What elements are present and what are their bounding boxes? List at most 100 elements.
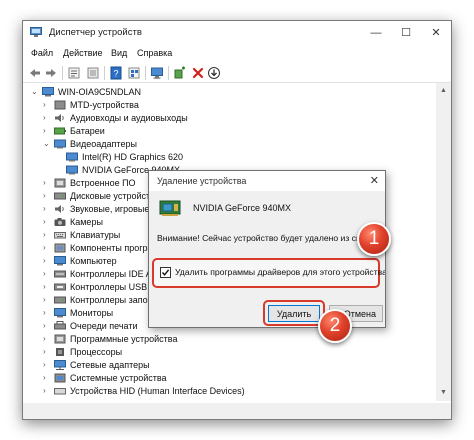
- dialog-title-bar[interactable]: Удаление устройства ✕: [149, 171, 385, 191]
- tree-item-label: Аудиовходы и аудиовыходы: [70, 113, 188, 123]
- display-adapter-icon: [66, 165, 78, 175]
- chevron-right-icon[interactable]: ›: [43, 217, 51, 227]
- computer-icon: [42, 87, 54, 97]
- chevron-right-icon[interactable]: ›: [43, 360, 51, 370]
- hid-icon: [54, 388, 66, 395]
- horizontal-scrollbar[interactable]: [23, 403, 451, 419]
- chevron-right-icon[interactable]: ›: [43, 295, 51, 305]
- printer-icon: [54, 321, 66, 330]
- scroll-up-icon[interactable]: ▲: [436, 85, 451, 97]
- speaker-icon: [55, 114, 64, 122]
- tree-root-label: WIN-OIA9C5NDLAN: [58, 87, 142, 97]
- chevron-right-icon[interactable]: ›: [43, 269, 51, 279]
- show-hidden-icon[interactable]: [86, 66, 100, 80]
- chevron-down-icon[interactable]: ⌄: [43, 139, 51, 149]
- battery-icon: [54, 127, 66, 135]
- close-button[interactable]: ✕: [421, 21, 451, 45]
- chevron-right-icon[interactable]: ›: [43, 113, 51, 123]
- help-icon[interactable]: ?: [109, 66, 123, 80]
- tree-item-label: Очереди печати: [70, 321, 138, 331]
- toolbar-separator: [168, 66, 169, 80]
- processor-icon: [56, 348, 64, 356]
- toolbar: ?: [23, 63, 451, 83]
- step-badge-1: 1: [357, 222, 391, 256]
- toolbar-separator: [104, 66, 105, 80]
- toolbar-separator: [145, 66, 146, 80]
- display-adapter-icon: [54, 139, 66, 149]
- scroll-down-icon[interactable]: ▼: [436, 387, 451, 399]
- controller-icon: [54, 270, 66, 278]
- monitor-icon[interactable]: [150, 66, 164, 80]
- chevron-right-icon[interactable]: ›: [43, 334, 51, 344]
- vertical-scrollbar[interactable]: ▲ ▼: [436, 83, 451, 401]
- tree-item-label: Устройства HID (Human Interface Devices): [70, 386, 245, 396]
- display-adapter-icon: [66, 152, 78, 162]
- checkmark-icon: [161, 269, 170, 276]
- chevron-right-icon[interactable]: ›: [43, 373, 51, 383]
- view-icon[interactable]: [127, 66, 141, 80]
- chevron-right-icon[interactable]: ›: [43, 321, 51, 331]
- tree-item-label: Системные устройства: [70, 373, 167, 383]
- delete-driver-checkbox[interactable]: [160, 267, 171, 278]
- chevron-down-icon[interactable]: ⌄: [31, 87, 39, 97]
- delete-driver-label[interactable]: Удалить программы драйверов для этого ус…: [175, 267, 385, 277]
- monitor-icon: [54, 308, 66, 318]
- delete-button[interactable]: Удалить: [268, 305, 320, 322]
- chevron-right-icon[interactable]: ›: [43, 347, 51, 357]
- back-arrow-icon[interactable]: [28, 66, 42, 80]
- storage-controller-icon: [54, 296, 66, 304]
- menu-action[interactable]: Действие: [63, 48, 103, 58]
- tree-item-label: Процессоры: [70, 347, 123, 357]
- add-driver-icon[interactable]: [173, 66, 187, 80]
- menu-view[interactable]: Вид: [111, 48, 127, 58]
- chevron-right-icon[interactable]: ›: [43, 204, 51, 214]
- network-adapter-icon: [54, 360, 66, 370]
- chevron-right-icon[interactable]: ›: [43, 243, 51, 253]
- dialog-close-button[interactable]: ✕: [370, 174, 379, 187]
- dialog-warning-text: Внимание! Сейчас устройство будет удален…: [157, 233, 386, 243]
- firmware-icon: [54, 178, 66, 188]
- usb-icon: [54, 283, 66, 291]
- tree-item-label: Intel(R) HD Graphics 620: [82, 152, 184, 162]
- dialog-device-name: NVIDIA GeForce 940MX: [193, 203, 292, 213]
- chevron-right-icon[interactable]: ›: [43, 282, 51, 292]
- device-manager-icon: [30, 27, 42, 37]
- chevron-right-icon[interactable]: ›: [43, 191, 51, 201]
- tree-item-label: MTD-устройства: [70, 100, 139, 110]
- keyboard-icon: [54, 232, 66, 239]
- tree-item-label: Компьютер: [70, 256, 117, 266]
- software-component-icon: [54, 243, 66, 253]
- tree-item-label: Сетевые адаптеры: [70, 360, 150, 370]
- minimize-button[interactable]: —: [361, 21, 391, 45]
- chevron-right-icon[interactable]: ›: [43, 386, 51, 396]
- uninstall-x-icon[interactable]: [191, 66, 205, 80]
- tree-item-label: Видеоадаптеры: [70, 139, 137, 149]
- chevron-right-icon[interactable]: ›: [43, 178, 51, 188]
- chevron-right-icon[interactable]: ›: [43, 308, 51, 318]
- menu-help[interactable]: Справка: [137, 48, 172, 58]
- tree-item-label: Камеры: [70, 217, 103, 227]
- download-icon[interactable]: [207, 66, 221, 80]
- sound-icon: [55, 205, 64, 213]
- tree-item-label: Дисковые устройства: [70, 191, 160, 201]
- step-badge-2: 2: [318, 309, 352, 343]
- properties-icon[interactable]: [67, 66, 81, 80]
- chevron-right-icon[interactable]: ›: [43, 100, 51, 110]
- chevron-right-icon[interactable]: ›: [43, 230, 51, 240]
- tree-item-label: Встроенное ПО: [70, 178, 136, 188]
- chevron-right-icon[interactable]: ›: [43, 256, 51, 266]
- maximize-button[interactable]: ☐: [391, 21, 421, 45]
- menu-file[interactable]: Файл: [31, 48, 53, 58]
- computer-icon: [54, 256, 66, 266]
- tree-item-label: Программные устройства: [70, 334, 178, 344]
- delete-driver-highlight: Удалить программы драйверов для этого ус…: [152, 258, 385, 288]
- uninstall-device-dialog: Удаление устройства ✕ NVIDIA GeForce 940…: [148, 170, 386, 328]
- tree-item-label: Клавиатуры: [70, 230, 121, 240]
- tree-item-label: Контроллеры USB: [70, 282, 148, 292]
- tree-item-label: Батареи: [70, 126, 105, 136]
- forward-arrow-icon[interactable]: [44, 66, 58, 80]
- chevron-right-icon[interactable]: ›: [43, 126, 51, 136]
- mtd-device-icon: [54, 100, 66, 110]
- title-bar[interactable]: Диспетчер устройств — ☐ ✕: [23, 21, 451, 45]
- tree-item-label: Мониторы: [70, 308, 114, 318]
